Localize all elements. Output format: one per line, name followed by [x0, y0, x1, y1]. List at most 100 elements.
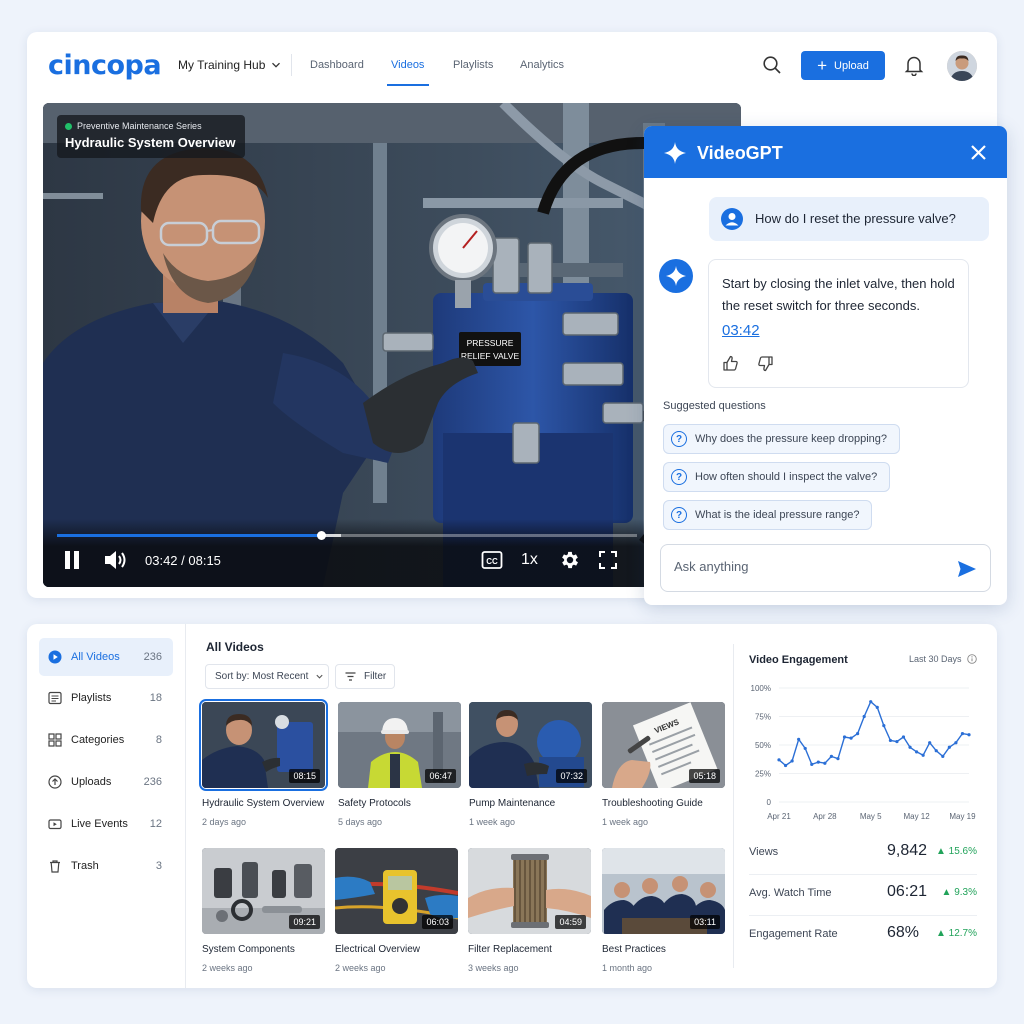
video-duration: 06:03: [422, 915, 453, 929]
video-card[interactable]: 03:11 Best Practices 1 month ago: [602, 848, 725, 973]
volume-icon[interactable]: [103, 548, 129, 572]
upload-button[interactable]: + Upload: [801, 51, 885, 80]
data-point: [783, 763, 788, 768]
tab-videos[interactable]: Videos: [391, 59, 424, 71]
filter-label: Filter: [364, 671, 387, 682]
progress-bar[interactable]: [57, 531, 637, 540]
fullscreen-icon[interactable]: [599, 551, 617, 569]
info-icon[interactable]: [966, 654, 977, 664]
ask-input[interactable]: [674, 559, 934, 574]
section-title: All Videos: [206, 640, 264, 654]
sidebar-item-live-events[interactable]: Live Events 12: [39, 805, 173, 843]
settings-gear-icon[interactable]: [559, 549, 581, 571]
timestamp-link[interactable]: 03:42: [722, 322, 760, 339]
sort-dropdown[interactable]: Sort by: Most Recent: [205, 664, 329, 689]
date-range[interactable]: Last 30 Days: [909, 654, 977, 664]
video-thumbnail[interactable]: 08:15: [199, 699, 328, 791]
video-card[interactable]: 04:59 Filter Replacement 3 weeks ago: [468, 848, 591, 973]
y-tick-label: 75%: [755, 713, 771, 722]
playback-speed[interactable]: 1x: [521, 551, 538, 569]
video-thumbnail[interactable]: 06:03: [335, 848, 458, 934]
metric-avg-watch-time: Avg. Watch Time 06:21 ▲ 9.3%: [749, 874, 977, 914]
question-icon: ?: [671, 507, 687, 523]
video-age: 1 week ago: [602, 817, 649, 827]
thumbs-down-icon[interactable]: [757, 355, 774, 372]
sidebar-item-categories[interactable]: Categories 8: [39, 721, 173, 759]
sidebar-divider: [185, 624, 186, 988]
plus-icon: +: [817, 56, 828, 75]
video-title: System Components: [202, 944, 295, 955]
tab-playlists[interactable]: Playlists: [453, 59, 493, 71]
video-player[interactable]: PRESSURE RELIEF VALVE Preventive Mainten…: [43, 103, 741, 587]
video-age: 2 weeks ago: [335, 963, 386, 973]
live-dot-icon: [65, 122, 72, 130]
assistant-message: Start by closing the inlet valve, then h…: [708, 259, 969, 388]
video-card[interactable]: 07:32 Pump Maintenance 1 week ago: [469, 702, 592, 827]
time-display: 03:42 / 08:15: [145, 553, 221, 568]
suggested-question-text: How often should I inspect the valve?: [695, 471, 878, 483]
y-tick-label: 25%: [755, 770, 771, 779]
data-point: [777, 758, 781, 762]
metric-value: 06:21: [887, 883, 928, 900]
suggested-question[interactable]: ? What is the ideal pressure range?: [663, 500, 873, 530]
assistant-answer: Start by closing the inlet valve, then h…: [722, 276, 955, 313]
cincopa-logo[interactable]: cincopa: [48, 50, 162, 81]
suggested-question[interactable]: ? Why does the pressure keep dropping?: [663, 424, 901, 454]
video-card[interactable]: 08:15 Hydraulic System Overview 2 days a…: [199, 699, 328, 827]
video-card[interactable]: VIEWS 05:18 Troubleshooting Guide 1 week…: [602, 702, 725, 827]
data-point: [954, 741, 958, 745]
video-thumbnail[interactable]: 04:59: [468, 848, 591, 934]
filter-button[interactable]: Filter: [335, 664, 395, 689]
tab-analytics[interactable]: Analytics: [520, 59, 564, 71]
hub-selector[interactable]: My Training Hub: [178, 58, 281, 72]
video-card[interactable]: 09:21 System Components 2 weeks ago: [202, 848, 325, 973]
data-point: [797, 737, 801, 741]
question-icon: ?: [671, 431, 687, 447]
pause-icon[interactable]: [63, 550, 81, 570]
sidebar-item-count: 236: [143, 776, 162, 788]
question-icon: ?: [671, 469, 687, 485]
video-card[interactable]: 06:47 Safety Protocols 5 days ago: [338, 702, 461, 827]
sidebar-item-playlists[interactable]: Playlists 18: [39, 679, 173, 717]
sidebar-item-count: 3: [155, 860, 162, 872]
close-icon[interactable]: [970, 144, 987, 161]
data-point: [941, 754, 945, 758]
tab-dashboard[interactable]: Dashboard: [310, 59, 364, 71]
sidebar-item-trash[interactable]: Trash 3: [39, 847, 173, 885]
scrub-handle[interactable]: [316, 531, 326, 540]
nav-divider: [291, 54, 292, 76]
video-thumbnail[interactable]: VIEWS 05:18: [602, 702, 725, 788]
video-thumbnail[interactable]: 07:32: [469, 702, 592, 788]
metric-value: 9,842: [887, 842, 928, 859]
active-tab-indicator: [387, 84, 429, 86]
video-duration: 08:15: [289, 769, 320, 783]
video-thumbnail[interactable]: 06:47: [338, 702, 461, 788]
search-icon[interactable]: [762, 55, 782, 75]
video-thumbnail[interactable]: 09:21: [202, 848, 325, 934]
send-icon[interactable]: [956, 558, 978, 580]
sparkle-icon: [664, 142, 686, 164]
metric-label: Avg. Watch Time: [749, 887, 832, 899]
x-tick-label: Apr 21: [767, 812, 791, 821]
thumbs-up-icon[interactable]: [722, 355, 739, 372]
sidebar-item-all-videos[interactable]: All Videos 236: [39, 638, 173, 676]
video-duration: 05:18: [689, 769, 720, 783]
notifications-bell-icon[interactable]: [904, 54, 924, 76]
captions-icon[interactable]: CC: [481, 550, 503, 570]
metric-change: ▲ 9.3%: [941, 887, 977, 898]
sidebar-item-uploads[interactable]: Uploads 236: [39, 763, 173, 801]
x-tick-label: May 5: [860, 812, 882, 821]
data-point: [882, 724, 886, 728]
svg-text:PRESSURE: PRESSURE: [467, 338, 514, 348]
suggested-question[interactable]: ? How often should I inspect the valve?: [663, 462, 891, 492]
video-duration: 09:21: [289, 915, 320, 929]
user-avatar[interactable]: [947, 51, 977, 81]
video-age: 5 days ago: [338, 817, 383, 827]
data-point: [790, 759, 794, 763]
video-thumbnail[interactable]: 03:11: [602, 848, 725, 934]
video-card[interactable]: 06:03 Electrical Overview 2 weeks ago: [335, 848, 458, 973]
suggested-questions-label: Suggested questions: [663, 400, 766, 412]
data-point: [829, 754, 834, 758]
sidebar-item-label: Uploads: [71, 776, 112, 788]
ask-box: [660, 544, 991, 592]
